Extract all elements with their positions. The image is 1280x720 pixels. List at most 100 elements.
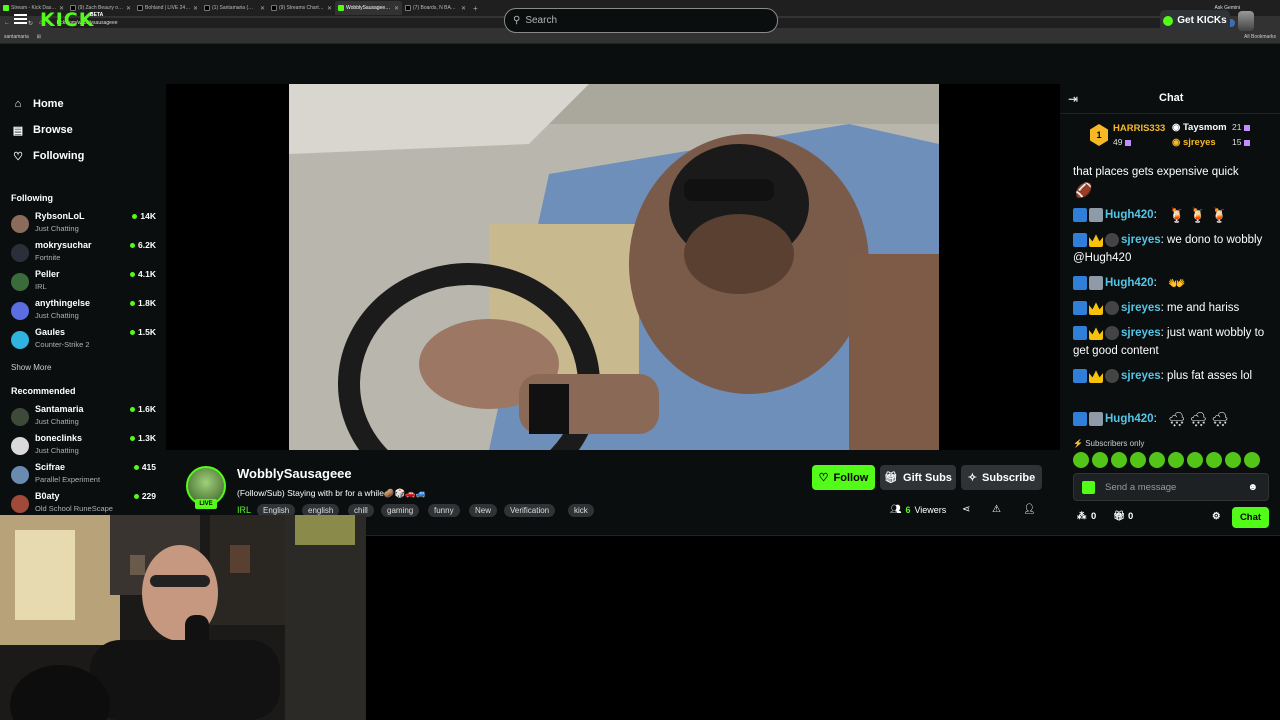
following-channel[interactable]: Peller IRL 4.1K [11, 269, 156, 296]
leaderboard-second-count: 21 [1232, 122, 1251, 132]
share-icon[interactable]: ⋖ [962, 504, 970, 515]
beta-label: BETA [90, 12, 104, 18]
crown-badge-icon [1089, 302, 1103, 315]
streamer-name[interactable]: WobblySausageee [237, 466, 352, 481]
nav-following[interactable]: ♡ Following [12, 150, 84, 163]
emote-icon[interactable] [1130, 452, 1146, 468]
emoji-picker-icon[interactable]: ☻ [1247, 482, 1258, 493]
browser-tab[interactable]: (7) Boards, N BAGS (@BoardsN...✕ [402, 1, 469, 15]
following-channel[interactable]: mokrysuchar Fortnite 6.2K [11, 240, 156, 267]
gift-icon[interactable]: 🎁︎ [1113, 511, 1125, 522]
avatar [11, 273, 29, 291]
user-avatar[interactable] [1238, 11, 1254, 31]
recommended-channel[interactable]: Santamaria Just Chatting 1.6K [11, 404, 156, 431]
gift-icon [1125, 139, 1132, 146]
user-settings-icon[interactable]: 👤︎ [1023, 504, 1036, 515]
live-dot-icon [133, 493, 139, 499]
tag-chip[interactable]: kick [568, 504, 594, 517]
gifter-badge-icon [1105, 232, 1119, 247]
tag-chip[interactable]: funny [428, 504, 460, 517]
emote-icon[interactable] [1111, 452, 1127, 468]
gifter-badge-icon [1105, 368, 1119, 383]
chat-message: Hugh420: 👐 [1073, 274, 1273, 292]
show-more-link[interactable]: Show More [11, 363, 51, 372]
stream-category-link[interactable]: IRL [237, 505, 251, 515]
chat-message-input[interactable]: Send a message ☻ [1073, 473, 1269, 501]
emote-icon[interactable] [1073, 452, 1089, 468]
browser-tab-active[interactable]: WobblySausageee Stream✕ [335, 1, 402, 15]
nav-browse[interactable]: ▤ Browse [12, 124, 73, 137]
leaderboard-third-count: 15 [1232, 137, 1251, 147]
close-tab-icon[interactable]: ✕ [394, 5, 399, 12]
tag-chip[interactable]: gaming [381, 504, 420, 517]
cloud-emote-icon: 🌨 🌨 🌨 [1167, 411, 1230, 427]
subscribers-only-notice: ⚡ Subscribers only [1073, 439, 1145, 448]
emote-icon[interactable] [1168, 452, 1184, 468]
close-tab-icon[interactable]: ✕ [193, 5, 198, 12]
kick-favicon-icon [3, 5, 9, 11]
recommended-channel[interactable]: Scifrae Parallel Experiment 415 [11, 462, 156, 489]
emote-icon[interactable] [1187, 452, 1203, 468]
subscriber-badge-icon [1089, 208, 1103, 222]
leaderboard-first-count: 49 [1113, 137, 1132, 147]
following-channel[interactable]: anythingelse Just Chatting 1.8K [11, 298, 156, 325]
send-chat-button[interactable]: Chat [1232, 507, 1269, 528]
browser-tab[interactable]: (1) Santamaria (@Santamariak)...✕ [201, 1, 268, 15]
bookmark-item[interactable]: santamaria [4, 34, 29, 40]
collapse-chat-icon[interactable]: ⇥ [1068, 92, 1078, 106]
search-icon: ⚲ [513, 15, 521, 26]
live-dot-icon [130, 329, 136, 335]
subscriber-badge-icon [1089, 412, 1103, 426]
tag-chip[interactable]: New [469, 504, 498, 517]
chat-message: sjreyes: plus fat asses lol [1073, 367, 1273, 385]
moderator-badge-icon [1073, 300, 1087, 315]
recommended-channel[interactable]: boneclinks Just Chatting 1.3K [11, 433, 156, 460]
browser-tab[interactable]: Bohland | LIVE 24/7 on X: "Wo...✕ [134, 1, 201, 15]
x-favicon-icon [204, 5, 210, 11]
subscribe-button[interactable]: ✧ Subscribe [961, 465, 1042, 490]
report-warning-icon[interactable]: ⚠ [992, 504, 1001, 515]
hamburger-menu-icon[interactable] [14, 14, 27, 24]
close-tab-icon[interactable]: ✕ [461, 5, 466, 12]
gifter-badge-icon [1105, 325, 1119, 340]
following-section-title: Following [11, 193, 53, 203]
video-frame[interactable] [289, 84, 939, 450]
live-dot-icon [133, 464, 139, 470]
following-channel[interactable]: RybsonLoL Just Chatting 14K [11, 211, 156, 238]
close-tab-icon[interactable]: ✕ [260, 5, 265, 12]
moderator-badge-icon [1073, 208, 1087, 222]
search-input[interactable]: ⚲ Search [504, 8, 778, 33]
following-channel[interactable]: Gaules Counter-Strike 2 1.5K [11, 327, 156, 354]
browser-tab[interactable]: (9) Streams Charts on X: "F...✕ [268, 1, 335, 15]
tag-chip[interactable]: Verification [504, 504, 556, 517]
emote-icon[interactable] [1244, 452, 1260, 468]
apps-grid-icon[interactable]: ⊞ [37, 34, 41, 40]
gift-subs-button[interactable]: 🎁︎ Gift Subs [880, 465, 956, 490]
emote-icon[interactable] [1092, 452, 1108, 468]
recommended-channel[interactable]: B0aty Old School RuneScape 229 [11, 491, 156, 518]
back-icon[interactable]: ← [4, 20, 10, 26]
settings-gear-icon[interactable]: ⚙ [1212, 511, 1221, 522]
kick-logo[interactable]: KICK [40, 9, 94, 31]
get-kicks-button[interactable]: Get KICKs [1160, 10, 1230, 31]
nav-home[interactable]: ⌂ Home [12, 98, 64, 110]
new-tab-icon[interactable]: + [473, 4, 478, 13]
kicks-coin-icon [1163, 15, 1174, 26]
x-favicon-icon [271, 5, 277, 11]
emote-icon[interactable] [1149, 452, 1165, 468]
emote-icon[interactable] [1206, 452, 1222, 468]
emote-icon[interactable] [1225, 452, 1241, 468]
close-tab-icon[interactable]: ✕ [327, 5, 332, 12]
leaderboard-first-name[interactable]: HARRIS333 [1113, 123, 1165, 134]
leaderboard-second-name[interactable]: ◉ Taysmom [1172, 122, 1227, 133]
x-favicon-icon [405, 5, 411, 11]
live-dot-icon [130, 300, 136, 306]
leaderboard-third-name[interactable]: ◉ sjreyes [1172, 137, 1216, 148]
reload-icon[interactable]: ↻ [28, 20, 33, 27]
close-tab-icon[interactable]: ✕ [126, 5, 131, 12]
all-bookmarks-link[interactable]: All Bookmarks [1244, 34, 1276, 40]
crown-badge-icon [1089, 370, 1103, 383]
avatar [11, 302, 29, 320]
kicks-icon[interactable]: ⁂ [1077, 511, 1087, 522]
follow-button[interactable]: ♡ Follow [812, 465, 875, 490]
